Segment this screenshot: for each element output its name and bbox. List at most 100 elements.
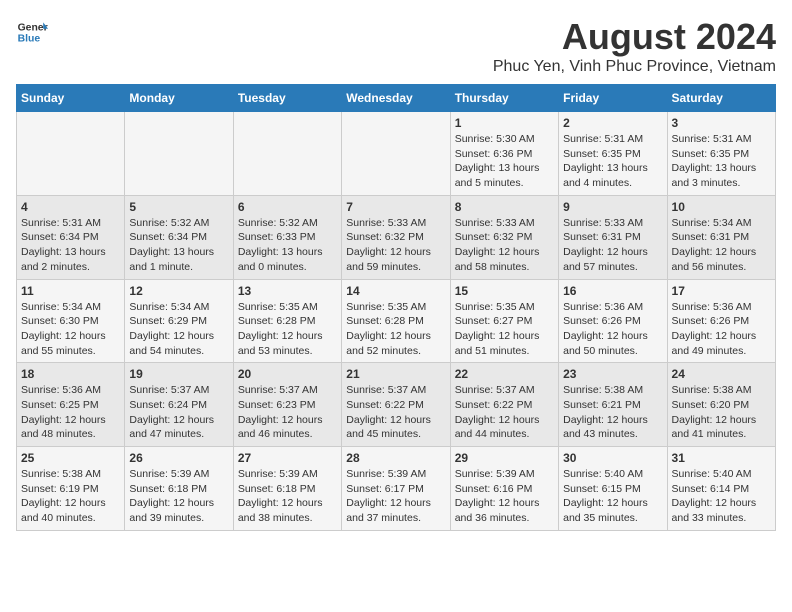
calendar-cell — [125, 112, 233, 196]
logo-icon: General Blue — [16, 16, 48, 48]
day-number: 10 — [672, 200, 771, 214]
calendar-header-cell: Monday — [125, 85, 233, 112]
calendar-cell: 22 Sunrise: 5:37 AM Sunset: 6:22 PM Dayli… — [450, 363, 558, 447]
cell-info: Sunrise: 5:39 AM Sunset: 6:18 PM Dayligh… — [129, 467, 228, 526]
cell-info: Sunrise: 5:32 AM Sunset: 6:33 PM Dayligh… — [238, 216, 337, 275]
day-number: 12 — [129, 284, 228, 298]
cell-info: Sunrise: 5:30 AM Sunset: 6:36 PM Dayligh… — [455, 132, 554, 191]
calendar-cell: 31 Sunrise: 5:40 AM Sunset: 6:14 PM Dayli… — [667, 447, 775, 531]
calendar-header-cell: Saturday — [667, 85, 775, 112]
day-number: 29 — [455, 451, 554, 465]
calendar-cell — [342, 112, 450, 196]
day-number: 14 — [346, 284, 445, 298]
cell-info: Sunrise: 5:37 AM Sunset: 6:24 PM Dayligh… — [129, 383, 228, 442]
calendar-cell: 24 Sunrise: 5:38 AM Sunset: 6:20 PM Dayli… — [667, 363, 775, 447]
calendar-cell: 18 Sunrise: 5:36 AM Sunset: 6:25 PM Dayli… — [17, 363, 125, 447]
cell-info: Sunrise: 5:34 AM Sunset: 6:29 PM Dayligh… — [129, 300, 228, 359]
cell-info: Sunrise: 5:35 AM Sunset: 6:28 PM Dayligh… — [238, 300, 337, 359]
calendar-cell: 30 Sunrise: 5:40 AM Sunset: 6:15 PM Dayli… — [559, 447, 667, 531]
calendar-cell: 21 Sunrise: 5:37 AM Sunset: 6:22 PM Dayli… — [342, 363, 450, 447]
day-number: 28 — [346, 451, 445, 465]
cell-info: Sunrise: 5:38 AM Sunset: 6:20 PM Dayligh… — [672, 383, 771, 442]
cell-info: Sunrise: 5:31 AM Sunset: 6:35 PM Dayligh… — [563, 132, 662, 191]
cell-info: Sunrise: 5:36 AM Sunset: 6:25 PM Dayligh… — [21, 383, 120, 442]
page-subtitle: Phuc Yen, Vinh Phuc Province, Vietnam — [493, 58, 776, 76]
cell-info: Sunrise: 5:36 AM Sunset: 6:26 PM Dayligh… — [672, 300, 771, 359]
calendar-cell — [17, 112, 125, 196]
day-number: 22 — [455, 367, 554, 381]
title-block: August 2024 Phuc Yen, Vinh Phuc Province… — [493, 16, 776, 76]
calendar-header-cell: Tuesday — [233, 85, 341, 112]
day-number: 25 — [21, 451, 120, 465]
cell-info: Sunrise: 5:31 AM Sunset: 6:35 PM Dayligh… — [672, 132, 771, 191]
calendar-cell: 26Sunrise: 5:39 AM Sunset: 6:18 PM Dayli… — [125, 447, 233, 531]
cell-info: Sunrise: 5:39 AM Sunset: 6:16 PM Dayligh… — [455, 467, 554, 526]
cell-info: Sunrise: 5:36 AM Sunset: 6:26 PM Dayligh… — [563, 300, 662, 359]
calendar-cell: 13 Sunrise: 5:35 AM Sunset: 6:28 PM Dayli… — [233, 279, 341, 363]
calendar-cell: 25Sunrise: 5:38 AM Sunset: 6:19 PM Dayli… — [17, 447, 125, 531]
page-header: General Blue August 2024 Phuc Yen, Vinh … — [16, 16, 776, 76]
cell-info: Sunrise: 5:33 AM Sunset: 6:32 PM Dayligh… — [455, 216, 554, 275]
day-number: 24 — [672, 367, 771, 381]
calendar-header-cell: Sunday — [17, 85, 125, 112]
cell-info: Sunrise: 5:31 AM Sunset: 6:34 PM Dayligh… — [21, 216, 120, 275]
calendar-cell: 20 Sunrise: 5:37 AM Sunset: 6:23 PM Dayli… — [233, 363, 341, 447]
cell-info: Sunrise: 5:37 AM Sunset: 6:22 PM Dayligh… — [455, 383, 554, 442]
calendar-cell: 6 Sunrise: 5:32 AM Sunset: 6:33 PM Daylig… — [233, 195, 341, 279]
calendar-week-row: 1Sunrise: 5:30 AM Sunset: 6:36 PM Daylig… — [17, 112, 776, 196]
cell-info: Sunrise: 5:35 AM Sunset: 6:27 PM Dayligh… — [455, 300, 554, 359]
calendar-cell: 16 Sunrise: 5:36 AM Sunset: 6:26 PM Dayli… — [559, 279, 667, 363]
day-number: 30 — [563, 451, 662, 465]
calendar-header-cell: Friday — [559, 85, 667, 112]
cell-info: Sunrise: 5:39 AM Sunset: 6:18 PM Dayligh… — [238, 467, 337, 526]
day-number: 20 — [238, 367, 337, 381]
cell-info: Sunrise: 5:37 AM Sunset: 6:23 PM Dayligh… — [238, 383, 337, 442]
calendar-cell: 15 Sunrise: 5:35 AM Sunset: 6:27 PM Dayli… — [450, 279, 558, 363]
calendar-cell — [233, 112, 341, 196]
day-number: 2 — [563, 116, 662, 130]
calendar-cell: 23 Sunrise: 5:38 AM Sunset: 6:21 PM Dayli… — [559, 363, 667, 447]
logo: General Blue — [16, 16, 48, 48]
cell-info: Sunrise: 5:33 AM Sunset: 6:31 PM Dayligh… — [563, 216, 662, 275]
day-number: 3 — [672, 116, 771, 130]
cell-info: Sunrise: 5:38 AM Sunset: 6:21 PM Dayligh… — [563, 383, 662, 442]
cell-info: Sunrise: 5:37 AM Sunset: 6:22 PM Dayligh… — [346, 383, 445, 442]
cell-info: Sunrise: 5:34 AM Sunset: 6:30 PM Dayligh… — [21, 300, 120, 359]
calendar-cell: 9Sunrise: 5:33 AM Sunset: 6:31 PM Daylig… — [559, 195, 667, 279]
calendar-body: 1Sunrise: 5:30 AM Sunset: 6:36 PM Daylig… — [17, 112, 776, 531]
cell-info: Sunrise: 5:40 AM Sunset: 6:14 PM Dayligh… — [672, 467, 771, 526]
day-number: 11 — [21, 284, 120, 298]
day-number: 16 — [563, 284, 662, 298]
calendar-table: SundayMondayTuesdayWednesdayThursdayFrid… — [16, 84, 776, 531]
cell-info: Sunrise: 5:39 AM Sunset: 6:17 PM Dayligh… — [346, 467, 445, 526]
calendar-week-row: 25Sunrise: 5:38 AM Sunset: 6:19 PM Dayli… — [17, 447, 776, 531]
day-number: 6 — [238, 200, 337, 214]
calendar-week-row: 18 Sunrise: 5:36 AM Sunset: 6:25 PM Dayli… — [17, 363, 776, 447]
cell-info: Sunrise: 5:32 AM Sunset: 6:34 PM Dayligh… — [129, 216, 228, 275]
calendar-cell: 11 Sunrise: 5:34 AM Sunset: 6:30 PM Dayli… — [17, 279, 125, 363]
day-number: 15 — [455, 284, 554, 298]
day-number: 13 — [238, 284, 337, 298]
calendar-week-row: 11 Sunrise: 5:34 AM Sunset: 6:30 PM Dayli… — [17, 279, 776, 363]
calendar-cell: 8 Sunrise: 5:33 AM Sunset: 6:32 PM Daylig… — [450, 195, 558, 279]
day-number: 21 — [346, 367, 445, 381]
calendar-cell: 28 Sunrise: 5:39 AM Sunset: 6:17 PM Dayli… — [342, 447, 450, 531]
cell-info: Sunrise: 5:40 AM Sunset: 6:15 PM Dayligh… — [563, 467, 662, 526]
calendar-cell: 29 Sunrise: 5:39 AM Sunset: 6:16 PM Dayli… — [450, 447, 558, 531]
calendar-cell: 7Sunrise: 5:33 AM Sunset: 6:32 PM Daylig… — [342, 195, 450, 279]
calendar-cell: 4 Sunrise: 5:31 AM Sunset: 6:34 PM Daylig… — [17, 195, 125, 279]
day-number: 17 — [672, 284, 771, 298]
calendar-cell: 5Sunrise: 5:32 AM Sunset: 6:34 PM Daylig… — [125, 195, 233, 279]
day-number: 19 — [129, 367, 228, 381]
calendar-cell: 1Sunrise: 5:30 AM Sunset: 6:36 PM Daylig… — [450, 112, 558, 196]
day-number: 18 — [21, 367, 120, 381]
day-number: 27 — [238, 451, 337, 465]
calendar-cell: 19 Sunrise: 5:37 AM Sunset: 6:24 PM Dayli… — [125, 363, 233, 447]
calendar-header-cell: Wednesday — [342, 85, 450, 112]
svg-text:Blue: Blue — [18, 34, 41, 45]
day-number: 31 — [672, 451, 771, 465]
day-number: 23 — [563, 367, 662, 381]
day-number: 4 — [21, 200, 120, 214]
calendar-header-cell: Thursday — [450, 85, 558, 112]
day-number: 8 — [455, 200, 554, 214]
